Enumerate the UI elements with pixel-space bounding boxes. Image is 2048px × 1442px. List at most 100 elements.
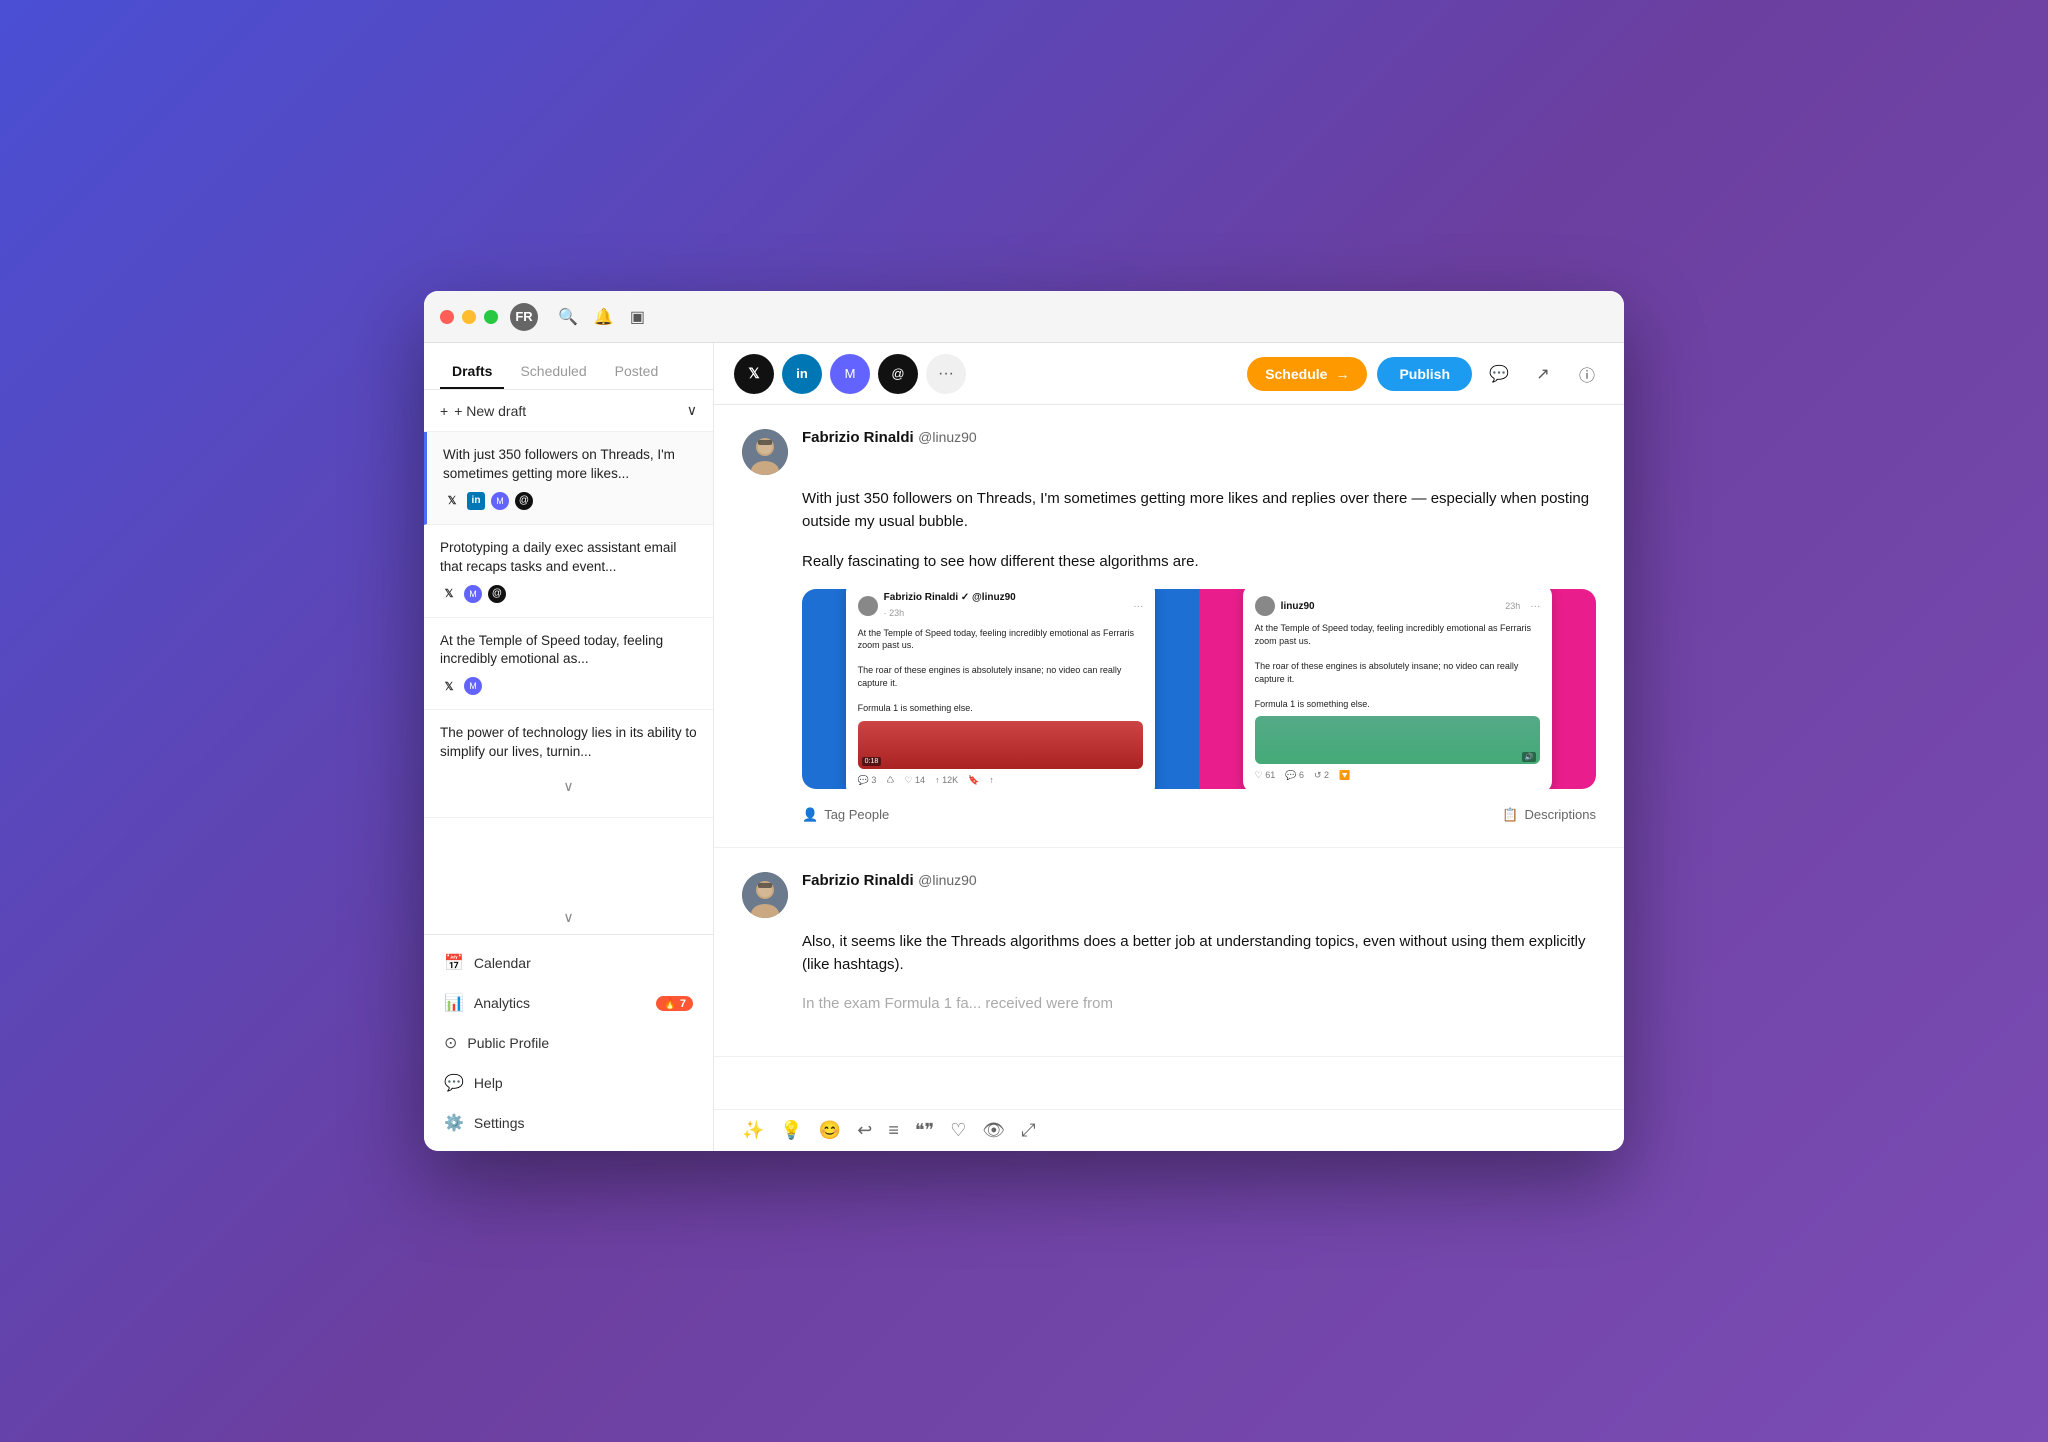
main-layout: Drafts Scheduled Posted + + New draft ∨ … — [424, 343, 1624, 1151]
draft-item[interactable]: Prototyping a daily exec assistant email… — [424, 525, 713, 618]
close-button[interactable] — [440, 310, 454, 324]
threads-preview-card: linuz90 23h ··· At the Temple of Speed t… — [1243, 589, 1553, 789]
draft-text: Prototyping a daily exec assistant email… — [440, 539, 697, 577]
show-more-button[interactable]: ∨ — [440, 770, 697, 803]
app-window: FR 🔍 🔔 ▣ Drafts Scheduled Posted + + New… — [424, 291, 1624, 1151]
public-profile-label: Public Profile — [467, 1035, 549, 1051]
draft-platforms: 𝕏 in M @ — [443, 492, 697, 510]
heart-icon[interactable]: ♡ — [950, 1120, 966, 1141]
sidebar-item-settings[interactable]: ⚙️ Settings — [424, 1103, 713, 1143]
draft-text: With just 350 followers on Threads, I'm … — [443, 446, 697, 484]
calendar-label: Calendar — [474, 955, 531, 971]
idea-icon[interactable]: 💡 — [780, 1120, 802, 1141]
list-icon[interactable]: ≡ — [888, 1120, 899, 1141]
settings-icon: ⚙️ — [444, 1113, 464, 1133]
twitter-preview-card: Fabrizio Rinaldi ✓ @linuz90 · 23h ··· At… — [846, 589, 1156, 789]
search-icon[interactable]: 🔍 — [558, 307, 578, 327]
preview-stat: 💬 6 — [1285, 770, 1304, 781]
sidebar-item-help[interactable]: 💬 Help — [424, 1063, 713, 1103]
new-draft-button[interactable]: + + New draft ∨ — [424, 390, 713, 432]
draft-text: At the Temple of Speed today, feeling in… — [440, 632, 697, 670]
threads-platform-icon: @ — [515, 492, 533, 510]
sidebar-item-public-profile[interactable]: ⊙ Public Profile — [424, 1023, 713, 1063]
avatar-image — [742, 429, 788, 475]
info-icon[interactable]: ⓘ — [1570, 357, 1604, 391]
threads-platform-button[interactable]: @ — [878, 354, 918, 394]
preview-stat: 💬 3 — [858, 775, 877, 786]
eye-icon[interactable]: 👁 — [982, 1120, 1005, 1141]
publish-button[interactable]: Publish — [1377, 357, 1472, 391]
preview-avatar — [858, 596, 878, 616]
preview-card-header: linuz90 23h ··· — [1255, 596, 1541, 616]
post-body: Also, it seems like the Threads algorith… — [742, 930, 1596, 1016]
title-bar-icons: 🔍 🔔 ▣ — [558, 307, 645, 327]
preview-stats: ♡ 61 💬 6 ↺ 2 🔽 — [1255, 770, 1541, 781]
share-icon[interactable]: ↗ — [1526, 357, 1560, 391]
sparkle-icon[interactable]: ✨ — [742, 1120, 764, 1141]
tab-drafts[interactable]: Drafts — [440, 355, 504, 389]
post-author-name: Fabrizio Rinaldi — [802, 872, 914, 889]
mastodon-platform-icon: M — [491, 492, 509, 510]
calendar-icon: 📅 — [444, 953, 464, 973]
tab-scheduled[interactable]: Scheduled — [508, 355, 598, 389]
emoji-icon[interactable]: 😊 — [819, 1120, 841, 1141]
sidebar-item-analytics[interactable]: 📊 Analytics 🔥 7 — [424, 983, 713, 1023]
x-platform-button[interactable]: 𝕏 — [734, 354, 774, 394]
preview-stat: ↑ 12K — [935, 775, 958, 786]
analytics-badge: 🔥 7 — [656, 996, 693, 1011]
reply-icon[interactable]: ↩ — [857, 1120, 872, 1141]
preview-stat: ↺ 2 — [1314, 770, 1329, 781]
expand-icon[interactable]: ⤢ — [1021, 1120, 1035, 1141]
draft-platforms: 𝕏 M — [440, 677, 697, 695]
x-platform-icon: 𝕏 — [440, 585, 458, 603]
sidebar-item-calendar[interactable]: 📅 Calendar — [424, 943, 713, 983]
preview-more-icon: ··· — [1133, 601, 1143, 612]
mastodon-platform-icon: M — [464, 585, 482, 603]
preview-more-icon: ··· — [1530, 601, 1540, 612]
minimize-button[interactable] — [462, 310, 476, 324]
more-platforms-button[interactable]: ··· — [926, 354, 966, 394]
draft-item[interactable]: With just 350 followers on Threads, I'm … — [424, 432, 713, 525]
linkedin-platform-button[interactable]: in — [782, 354, 822, 394]
threads-platform-icon: @ — [488, 585, 506, 603]
threads-preview-pane: linuz90 23h ··· At the Temple of Speed t… — [1199, 589, 1596, 789]
fullscreen-button[interactable] — [484, 310, 498, 324]
draft-item[interactable]: At the Temple of Speed today, feeling in… — [424, 618, 713, 711]
post-feed: Fabrizio Rinaldi @linuz90 With just 350 … — [714, 405, 1624, 1109]
preview-name: Fabrizio Rinaldi ✓ @linuz90 — [884, 592, 1016, 603]
draft-text: The power of technology lies in its abil… — [440, 724, 697, 762]
draft-item[interactable]: The power of technology lies in its abil… — [424, 710, 713, 818]
preview-image: 0:18 — [858, 721, 1144, 769]
descriptions-button[interactable]: 📋 Descriptions — [1502, 807, 1596, 823]
post-header: Fabrizio Rinaldi @linuz90 — [742, 872, 1596, 918]
avatar: FR — [510, 303, 538, 331]
sidebar-tabs: Drafts Scheduled Posted — [424, 343, 713, 390]
analytics-label: Analytics — [474, 995, 530, 1011]
schedule-label: Schedule — [1265, 366, 1327, 382]
sidebar: Drafts Scheduled Posted + + New draft ∨ … — [424, 343, 714, 1151]
notification-icon[interactable]: 🔔 — [594, 307, 614, 327]
preview-stat: ♺ — [886, 775, 894, 786]
collapse-button[interactable]: ∨ — [424, 901, 713, 934]
layout-icon[interactable]: ▣ — [630, 307, 645, 327]
help-icon: 💬 — [444, 1073, 464, 1093]
preview-avatar — [1255, 596, 1275, 616]
linkedin-platform-icon: in — [467, 492, 485, 510]
mastodon-platform-button[interactable]: M — [830, 354, 870, 394]
comment-icon[interactable]: 💬 — [1482, 357, 1516, 391]
post-actions-row: 👤 Tag People 📋 Descriptions — [802, 803, 1596, 823]
tag-people-button[interactable]: 👤 Tag People — [802, 807, 889, 823]
post-author-handle: @linuz90 — [918, 429, 977, 445]
arrow-icon: → — [1335, 366, 1349, 382]
post-author-name: Fabrizio Rinaldi — [802, 429, 914, 446]
preview-stat: ♡ 14 — [904, 775, 925, 786]
help-label: Help — [474, 1075, 503, 1091]
person-icon: 👤 — [802, 807, 818, 823]
bottom-toolbar: ✨ 💡 😊 ↩ ≡ ❝❞ ♡ 👁 ⤢ — [714, 1109, 1624, 1151]
image-previews: Fabrizio Rinaldi ✓ @linuz90 · 23h ··· At… — [802, 589, 1596, 789]
analytics-icon: 📊 — [444, 993, 464, 1013]
schedule-button[interactable]: Schedule → — [1247, 357, 1367, 391]
quote-icon[interactable]: ❝❞ — [915, 1120, 934, 1141]
tab-posted[interactable]: Posted — [603, 355, 671, 389]
preview-card-text: At the Temple of Speed today, feeling in… — [1255, 622, 1541, 710]
